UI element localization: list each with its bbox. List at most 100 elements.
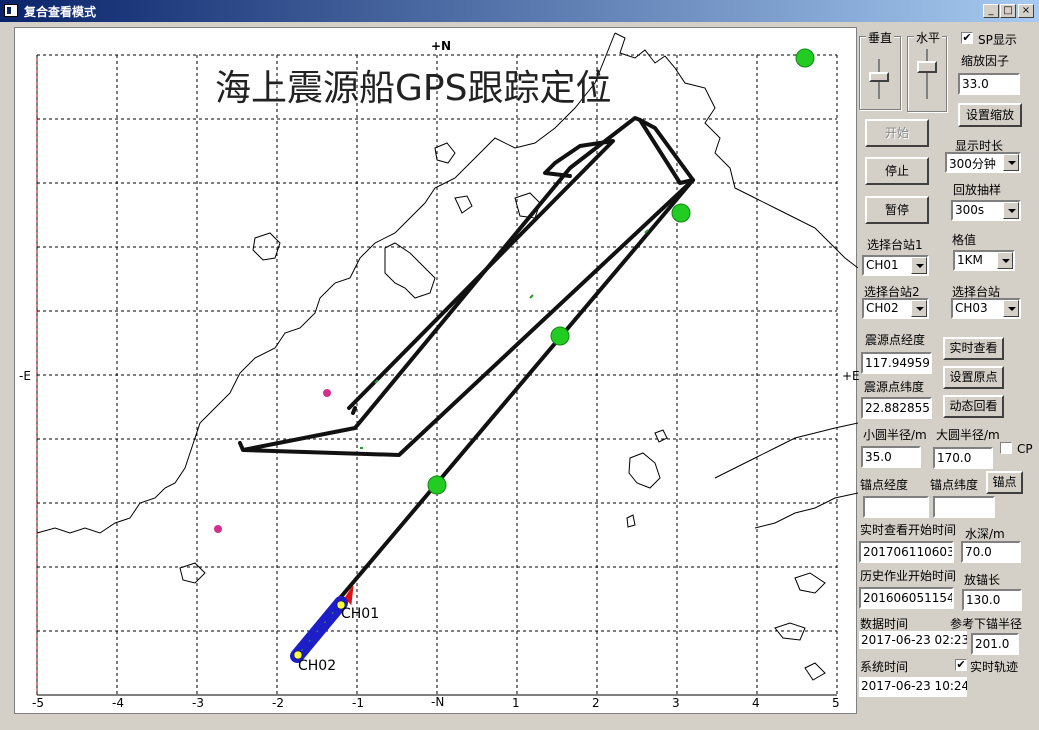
north-bottom-label: -N bbox=[431, 695, 445, 709]
horizontal-slider-thumb[interactable] bbox=[917, 61, 937, 73]
system-time-value: 2017-06-23 10:24:22 bbox=[859, 677, 967, 697]
history-start-input[interactable]: 20160605115400 bbox=[859, 587, 954, 609]
source-lon-label: 震源点经度 bbox=[865, 333, 926, 347]
plot-title: 海上震源船GPS跟踪定位 bbox=[215, 68, 612, 109]
realtime-track-checkbox[interactable]: ✔ bbox=[955, 659, 967, 671]
plot-canvas bbox=[36, 32, 858, 696]
ref-anchor-radius-input[interactable]: 201.0 bbox=[971, 633, 1019, 655]
x-tick-label: -3 bbox=[192, 696, 204, 710]
realtime-track-label: 实时轨迹 bbox=[970, 660, 1019, 674]
x-tick-label: 2 bbox=[592, 696, 600, 710]
display-duration-value: 300分钟 bbox=[949, 157, 996, 171]
chevron-down-icon[interactable] bbox=[997, 252, 1013, 269]
data-time-label: 数据时间 bbox=[860, 617, 909, 631]
station-select[interactable]: CH03 bbox=[951, 298, 1021, 319]
sp-point bbox=[550, 326, 570, 346]
vertical-slider-thumb[interactable] bbox=[869, 72, 889, 82]
zoom-factor-label: 缩放因子 bbox=[961, 54, 1010, 68]
playback-sampling-select[interactable]: 300s bbox=[951, 200, 1021, 221]
station1-label: 选择台站1 bbox=[867, 238, 923, 252]
stop-button[interactable]: 停止 bbox=[865, 157, 929, 185]
sp-show-label: SP显示 bbox=[978, 33, 1017, 47]
x-tick-label: -2 bbox=[272, 696, 284, 710]
display-duration-select[interactable]: 300分钟 bbox=[945, 152, 1021, 173]
small-radius-input[interactable]: 35.0 bbox=[861, 446, 921, 468]
vertical-slider-group: 垂直 bbox=[859, 29, 901, 110]
x-tick-label: 4 bbox=[752, 696, 760, 710]
horizontal-label: 水平 bbox=[914, 29, 943, 46]
x-tick-label: -1 bbox=[352, 696, 364, 710]
big-radius-input[interactable]: 170.0 bbox=[933, 447, 993, 469]
station1-select[interactable]: CH01 bbox=[862, 255, 929, 276]
anchor-button[interactable]: 锚点 bbox=[986, 471, 1023, 494]
source-lat-input[interactable]: 22.882855 bbox=[861, 397, 932, 419]
coastline bbox=[36, 32, 858, 681]
realtime-view-button[interactable]: 实时查看 bbox=[943, 337, 1004, 360]
anchor-lon-label: 锚点经度 bbox=[860, 478, 909, 492]
x-tick-label: 3 bbox=[672, 696, 680, 710]
source-lat-label: 震源点纬度 bbox=[864, 380, 925, 394]
vessel-streamer bbox=[290, 585, 354, 663]
system-time-label: 系统时间 bbox=[860, 660, 909, 674]
big-radius-label: 大圆半径/m bbox=[936, 428, 1000, 442]
chevron-down-icon[interactable] bbox=[1003, 154, 1019, 171]
station1-value: CH01 bbox=[866, 258, 899, 272]
station2-select[interactable]: CH02 bbox=[862, 298, 929, 319]
minimize-button[interactable]: _ bbox=[983, 4, 999, 18]
x-tick-label: 1 bbox=[512, 696, 520, 710]
station-label-ch02: CH02 bbox=[298, 658, 337, 674]
east-right-label: +E bbox=[842, 369, 860, 383]
grid-lines bbox=[36, 54, 838, 696]
anchor-length-label: 放锚长 bbox=[964, 573, 1001, 587]
vertical-label: 垂直 bbox=[866, 29, 895, 46]
cp-label: CP bbox=[1017, 442, 1033, 456]
history-start-label: 历史作业开始时间 bbox=[860, 569, 957, 583]
x-tick-label: 5 bbox=[832, 696, 840, 710]
anchor-lat-input[interactable] bbox=[933, 496, 995, 518]
zoom-factor-input[interactable]: 33.0 bbox=[958, 73, 1020, 95]
x-tick-label: -4 bbox=[112, 696, 124, 710]
sp-point bbox=[795, 48, 815, 68]
start-button[interactable]: 开始 bbox=[865, 119, 929, 147]
set-origin-button[interactable]: 设置原点 bbox=[943, 366, 1004, 389]
station-value: CH03 bbox=[955, 301, 988, 315]
playback-sampling-value: 300s bbox=[955, 203, 985, 217]
chevron-down-icon[interactable] bbox=[1003, 202, 1019, 219]
station2-value: CH02 bbox=[866, 301, 899, 315]
title-bar: 复合查看模式 _ □ × bbox=[0, 0, 1039, 22]
anchor-length-input[interactable]: 130.0 bbox=[962, 589, 1022, 611]
gps-tracking-plot[interactable]: 海上震源船GPS跟踪定位 +N -N +E -E -5 -4 -3 -2 -1 1 2 3 4 5… bbox=[14, 27, 860, 714]
small-radius-label: 小圆半径/m bbox=[863, 428, 927, 442]
west-left-label: -E bbox=[19, 369, 31, 383]
x-tick-label: -5 bbox=[32, 696, 44, 710]
water-depth-label: 水深/m bbox=[965, 527, 1005, 541]
data-time-value: 2017-06-23 02:23:50( bbox=[859, 631, 967, 649]
grid-value-select[interactable]: 1KM bbox=[953, 250, 1015, 271]
chevron-down-icon[interactable] bbox=[911, 257, 927, 274]
water-depth-input[interactable]: 70.0 bbox=[961, 541, 1021, 563]
sp-point bbox=[427, 475, 447, 495]
anchor-lat-label: 锚点纬度 bbox=[930, 478, 979, 492]
dynamic-replay-button[interactable]: 动态回看 bbox=[943, 395, 1004, 418]
sp-show-checkbox[interactable]: ✔ bbox=[961, 32, 973, 44]
realtime-start-input[interactable]: 20170611060330 bbox=[859, 541, 954, 563]
pause-button[interactable]: 暂停 bbox=[865, 196, 929, 224]
grid-value: 1KM bbox=[957, 253, 983, 267]
grid-value-label: 格值 bbox=[952, 233, 977, 247]
ref-anchor-radius-label: 参考下锚半径 bbox=[950, 617, 1023, 631]
playback-sampling-label: 回放抽样 bbox=[953, 183, 1002, 197]
chevron-down-icon[interactable] bbox=[911, 300, 927, 317]
horizontal-slider-track bbox=[926, 49, 928, 99]
station-label-ch01: CH01 bbox=[341, 606, 380, 622]
magenta-points bbox=[214, 389, 331, 533]
anchor-lon-input[interactable] bbox=[863, 496, 929, 518]
window-title: 复合查看模式 bbox=[24, 5, 97, 19]
source-lon-input[interactable]: 117.949593 bbox=[861, 352, 932, 374]
maximize-button[interactable]: □ bbox=[1000, 4, 1016, 18]
realtime-start-label: 实时查看开始时间 bbox=[860, 523, 957, 537]
horizontal-slider-group: 水平 bbox=[907, 29, 947, 112]
chevron-down-icon[interactable] bbox=[1003, 300, 1019, 317]
cp-checkbox[interactable] bbox=[1000, 442, 1012, 454]
set-zoom-button[interactable]: 设置缩放 bbox=[958, 103, 1022, 127]
close-button[interactable]: × bbox=[1018, 4, 1034, 18]
